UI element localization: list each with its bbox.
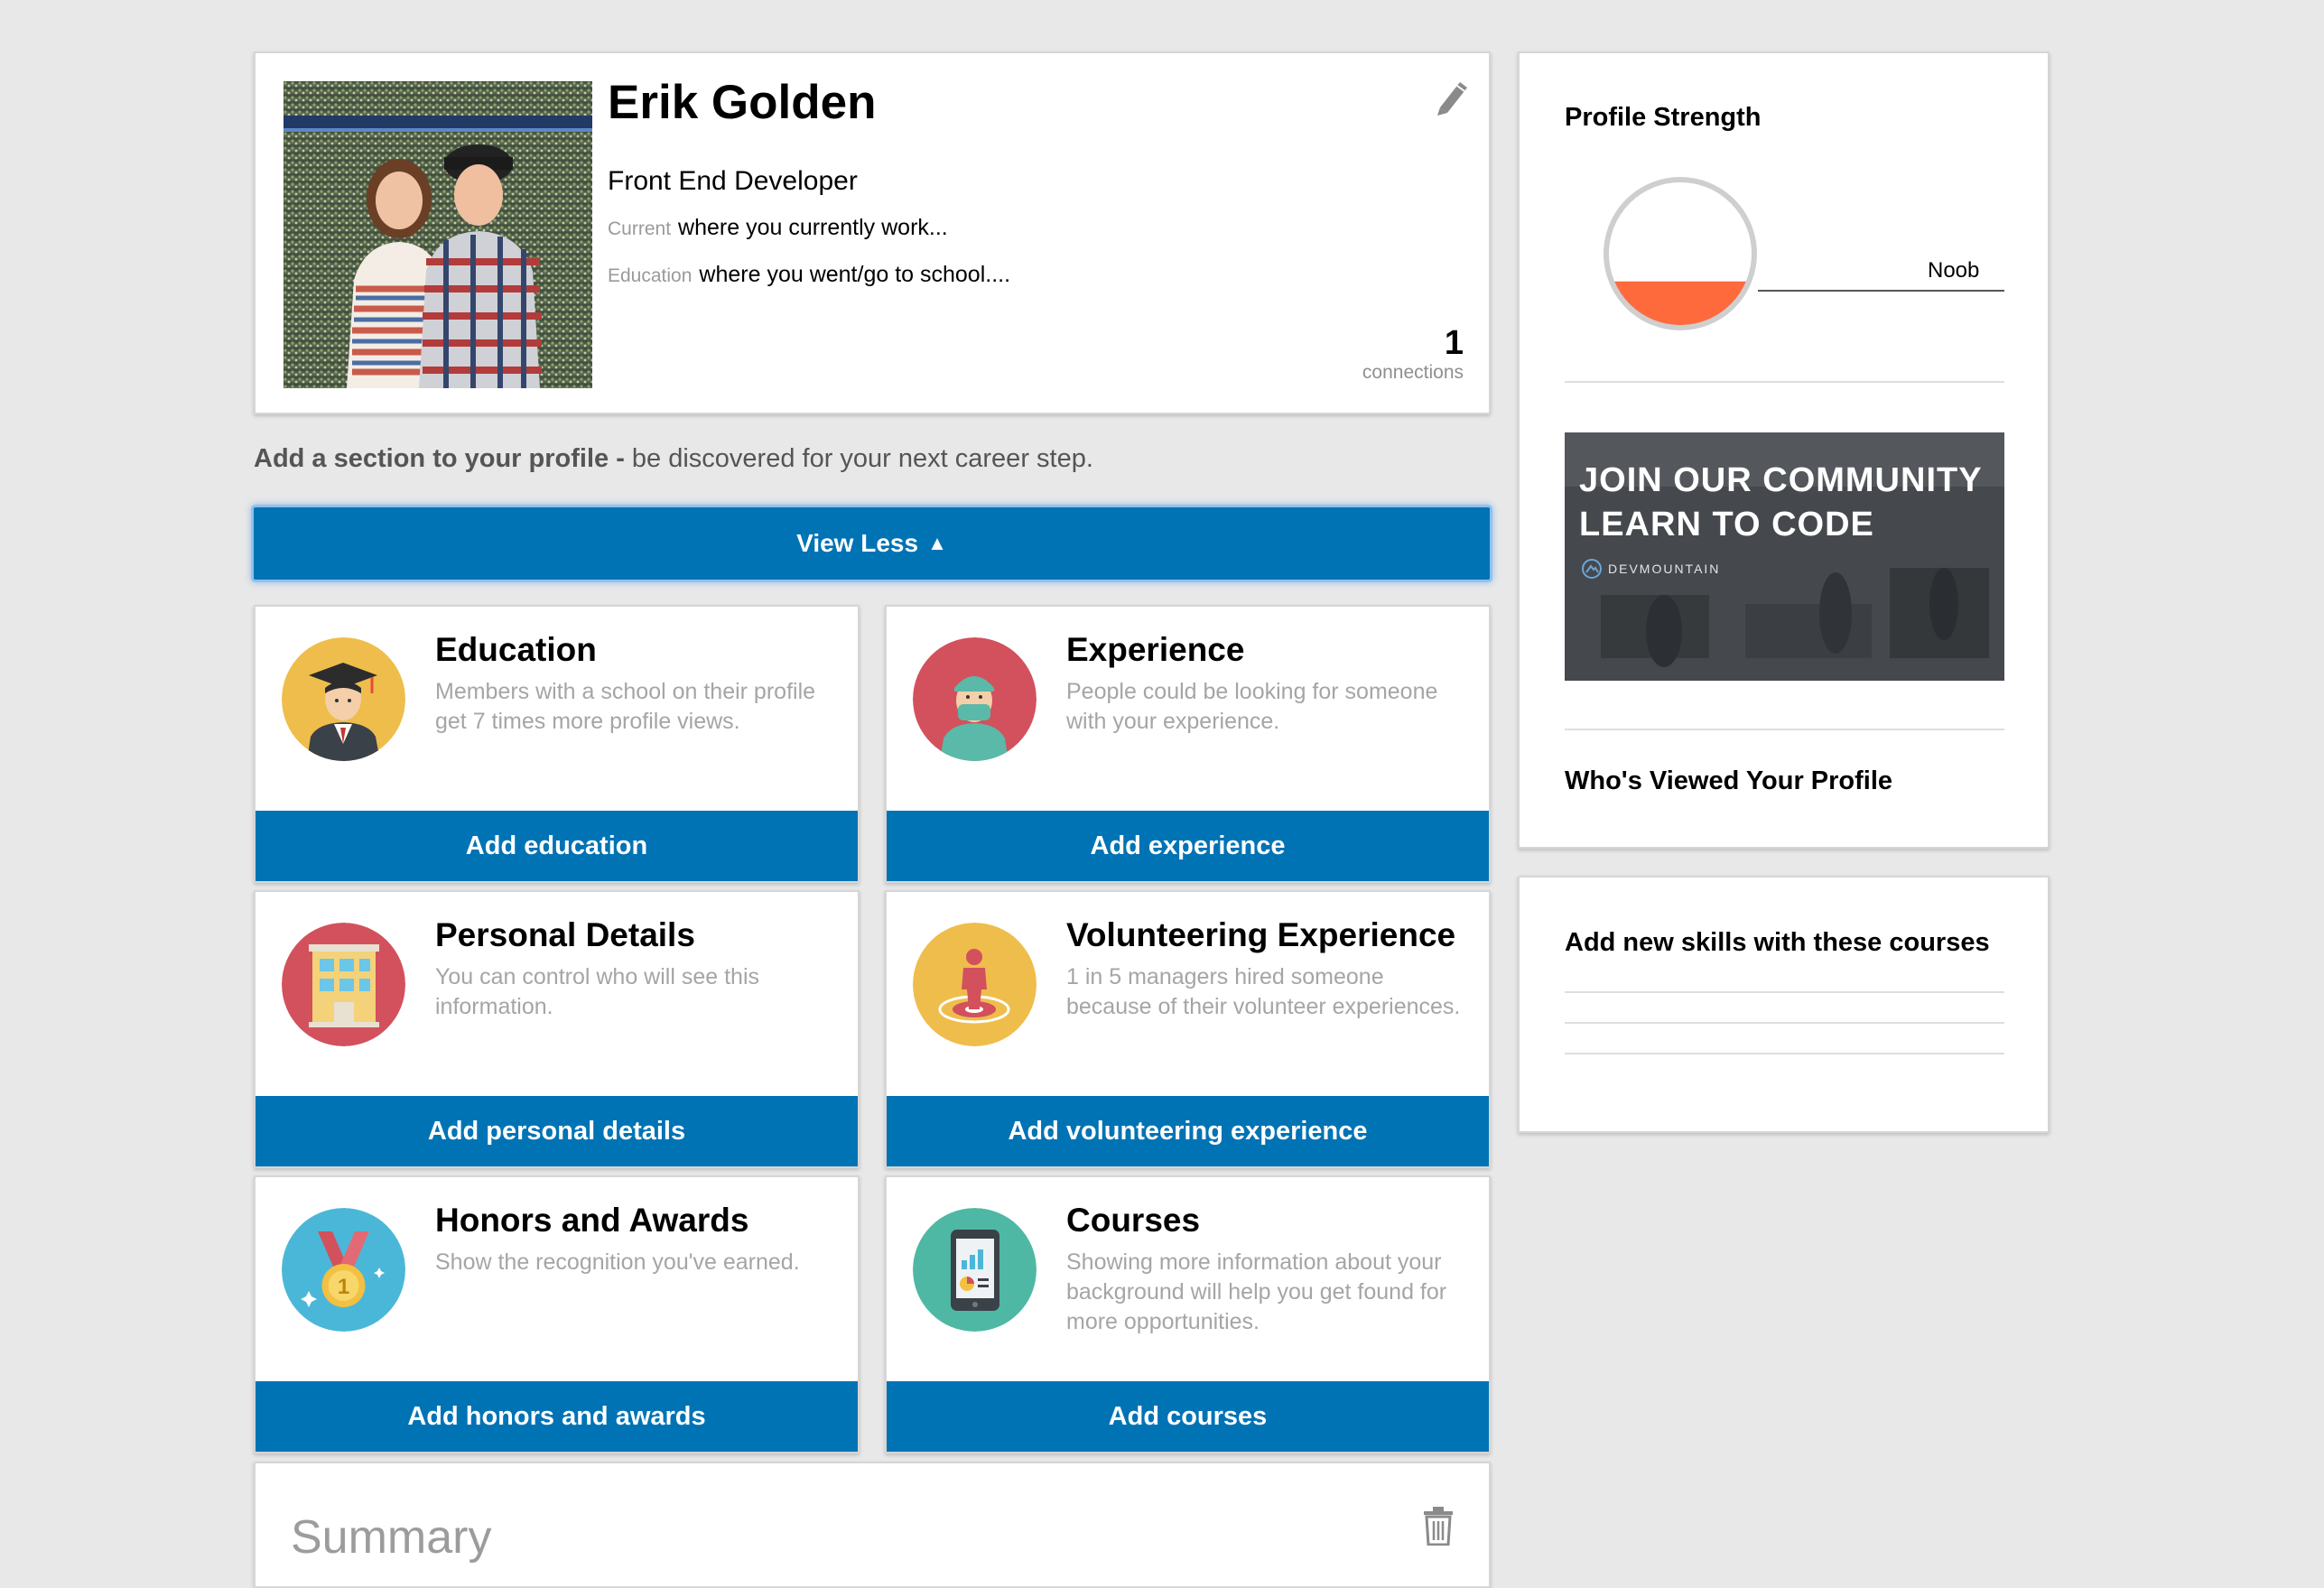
current-label: Current [608,218,672,239]
add-experience-button[interactable]: Add experience [887,811,1489,881]
building-icon [282,923,405,1046]
section-description: Members with a school on their profile g… [435,679,816,734]
education-value: where you went/go to school.... [699,262,1011,287]
trash-icon[interactable] [1422,1506,1455,1546]
add-section-prompt: Add a section to your profile - be disco… [254,444,1093,474]
education-label: Education [608,265,693,286]
section-description: Showing more information about your back… [1066,1249,1447,1334]
section-description: People could be looking for someone with… [1066,679,1438,734]
devmountain-logo-icon [1582,559,1602,579]
section-title: Experience [1066,631,1245,668]
section-title: Education [435,631,597,668]
connections-label: connections [1362,362,1464,383]
strength-level-line [1758,290,2004,292]
section-card-experience: Experience People could be looking for s… [885,605,1491,883]
strength-level-label: Noob [1928,258,1980,283]
section-card-courses: Courses Showing more information about y… [885,1175,1491,1453]
section-card-honors: 1 Honors and Awards Show the recognition… [254,1175,860,1453]
profile-name: Erik Golden [608,76,877,129]
section-title: Honors and Awards [435,1202,749,1239]
section-description: 1 in 5 managers hired someone because of… [1066,964,1461,1019]
sidebar-card: Profile Strength Noob JOIN OUR COMMUNITY… [1518,51,2050,849]
profile-strength-title: Profile Strength [1565,103,1762,132]
section-description: Show the recognition you've earned. [435,1249,800,1275]
courses-suggestion-card: Add new skills with these courses [1518,876,2050,1133]
education-line[interactable]: Education where you went/go to school.... [608,262,1010,288]
pencil-icon[interactable] [1435,77,1471,116]
view-less-button[interactable]: View Less ▲ [254,507,1490,580]
section-description: You can control who will see this inform… [435,964,759,1019]
person-target-icon [913,923,1037,1046]
graduate-icon [282,637,405,761]
add-volunteering-button[interactable]: Add volunteering experience [887,1096,1489,1166]
triangle-up-icon: ▲ [927,532,947,554]
add-courses-button[interactable]: Add courses [887,1381,1489,1452]
section-title: Courses [1066,1202,1201,1239]
section-title: Volunteering Experience [1066,916,1456,953]
svg-text:1: 1 [338,1275,349,1299]
current-value: where you currently work... [678,215,948,240]
surgeon-icon [913,637,1037,761]
add-personal-details-button[interactable]: Add personal details [256,1096,858,1166]
divider [1565,729,2004,730]
divider [1565,381,2004,383]
profile-headline: Front End Developer [608,166,858,196]
summary-card: Summary [254,1462,1491,1588]
add-section-rest: be discovered for your next career step. [624,444,1093,473]
section-card-volunteering: Volunteering Experience 1 in 5 managers … [885,890,1491,1168]
divider [1565,1053,2004,1054]
section-card-personal-details: Personal Details You can control who wil… [254,890,860,1168]
section-title: Personal Details [435,916,695,953]
divider [1565,991,2004,993]
add-honors-button[interactable]: Add honors and awards [256,1381,858,1452]
add-education-button[interactable]: Add education [256,811,858,881]
tablet-chart-icon [913,1208,1037,1332]
who-viewed-title[interactable]: Who's Viewed Your Profile [1565,766,1892,796]
section-card-education: Education Members with a school on their… [254,605,860,883]
profile-photo[interactable] [284,81,592,388]
connections-count[interactable]: 1 [1445,324,1464,363]
divider [1565,1022,2004,1024]
ad-brand: DEVMOUNTAIN [1608,562,1721,576]
add-section-bold: Add a section to your profile - [254,444,625,473]
profile-strength-gauge [1604,177,1757,330]
medal-icon: 1 [282,1208,405,1332]
view-less-label: View Less [796,529,919,557]
current-position-line[interactable]: Current where you currently work... [608,215,948,241]
ad-headline-line2: LEARN TO CODE [1579,506,1874,543]
community-ad-banner[interactable]: JOIN OUR COMMUNITY LEARN TO CODE DEVMOUN… [1565,432,2004,681]
summary-title: Summary [291,1511,492,1564]
courses-card-title: Add new skills with these courses [1565,928,1990,957]
ad-headline-line1: JOIN OUR COMMUNITY [1579,461,1983,499]
profile-card: Erik Golden Front End Developer Current w… [254,51,1491,414]
